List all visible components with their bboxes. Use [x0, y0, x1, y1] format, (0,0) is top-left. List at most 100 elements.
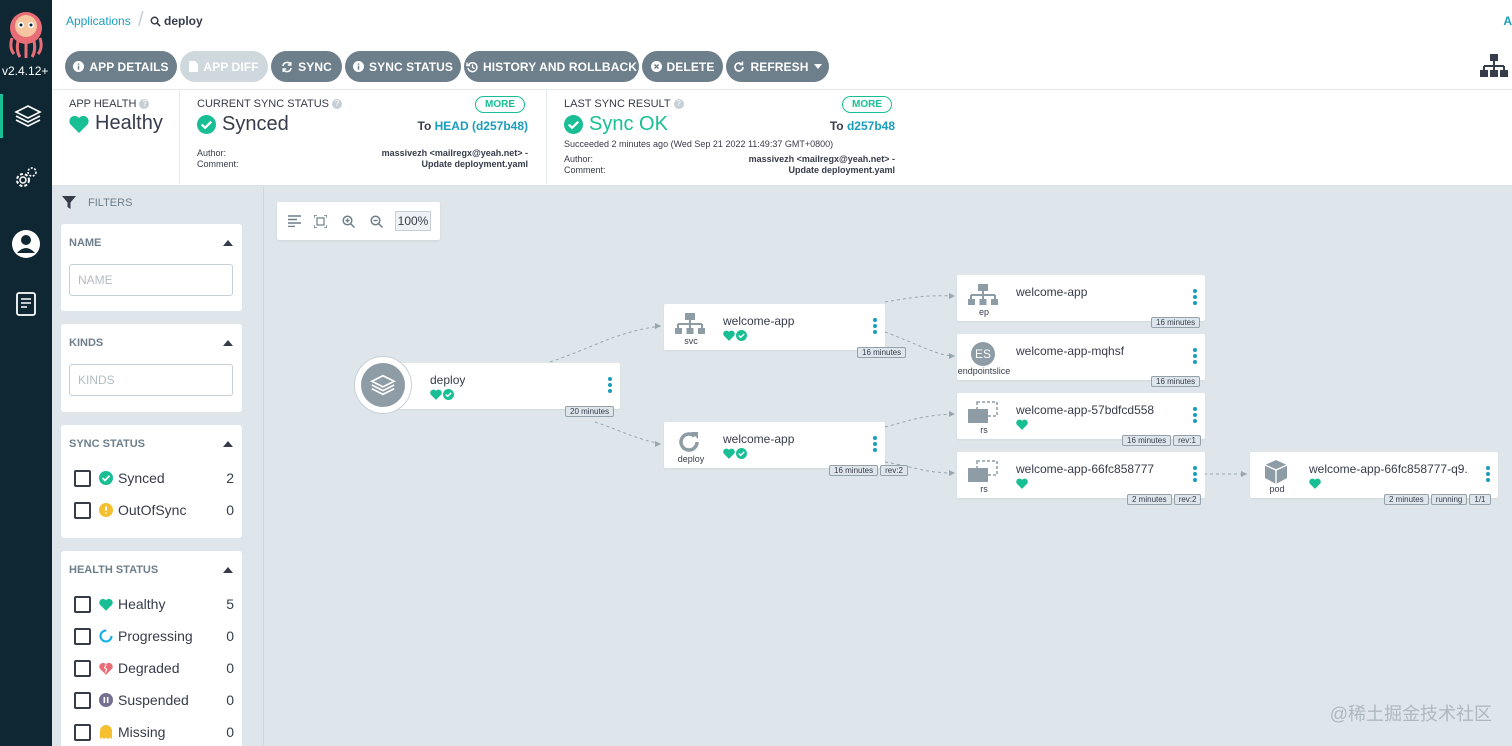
- last-sync-more-button[interactable]: MORE: [842, 96, 892, 113]
- filter-kinds-input[interactable]: [69, 364, 233, 396]
- applications-icon: [370, 374, 396, 396]
- filter-suspended-label: Suspended: [118, 692, 189, 708]
- help-icon[interactable]: ?: [139, 99, 150, 109]
- checkbox[interactable]: [74, 627, 91, 645]
- last-sync-value: Sync OK: [564, 113, 668, 136]
- caret-down-icon: [813, 64, 822, 69]
- node-replicaset[interactable]: rs welcome-app-57bdfcd558: [957, 393, 1205, 439]
- node-replicaset[interactable]: rs welcome-app-66fc858777: [957, 452, 1205, 498]
- node-menu-icon[interactable]: [1193, 407, 1197, 423]
- filter-degraded-row[interactable]: Degraded 0: [74, 657, 234, 679]
- info-icon: [353, 61, 364, 72]
- argo-logo-icon[interactable]: [4, 6, 48, 64]
- sync-status-button[interactable]: SYNC STATUS: [345, 51, 461, 82]
- nav-user-info[interactable]: [0, 222, 52, 266]
- help-icon[interactable]: ?: [332, 99, 343, 109]
- breadcrumb-applications[interactable]: Applications: [66, 14, 131, 28]
- history-rollback-button[interactable]: HISTORY AND ROLLBACK: [464, 51, 639, 82]
- app-details-button[interactable]: APP DETAILS: [65, 51, 177, 82]
- close-circle-icon: [650, 61, 662, 72]
- checkbox[interactable]: [74, 659, 91, 677]
- zoom-in-icon[interactable]: [340, 213, 356, 229]
- node-menu-icon[interactable]: [608, 377, 612, 393]
- node-status: [1016, 478, 1028, 489]
- endpointslice-badge: ES: [971, 342, 995, 366]
- node-menu-icon[interactable]: [873, 318, 877, 334]
- help-icon[interactable]: ?: [673, 99, 684, 109]
- last-sync-label: LAST SYNC RESULT: [564, 98, 671, 110]
- refresh-button[interactable]: REFRESH: [726, 51, 829, 82]
- node-name: welcome-app-mqhsf: [1016, 344, 1125, 358]
- node-endpoints[interactable]: ep welcome-app: [957, 275, 1205, 321]
- filter-outofsync-count: 0: [226, 502, 234, 518]
- filter-sync-status-header: SYNC STATUS: [69, 438, 145, 450]
- filter-missing-row[interactable]: Missing 0: [74, 721, 234, 743]
- current-sync-more-button[interactable]: MORE: [475, 96, 525, 113]
- node-name: welcome-app: [723, 432, 795, 446]
- node-pod[interactable]: pod welcome-app-66fc858777-q9...: [1250, 452, 1498, 498]
- filters-header[interactable]: FILTERS: [62, 196, 132, 209]
- collapse-caret-icon[interactable]: [223, 240, 233, 246]
- current-sync-revision-link[interactable]: HEAD (d257b48): [435, 119, 528, 133]
- age-tag: 16 minutes: [857, 347, 907, 358]
- filter-suspended-row[interactable]: Suspended 0: [74, 689, 234, 711]
- checkbox[interactable]: [74, 723, 91, 741]
- out-of-sync-icon: [99, 503, 113, 517]
- age-tag: 20 minutes: [565, 406, 615, 417]
- node-menu-icon[interactable]: [1486, 466, 1490, 482]
- node-tags: 16 minutes rev:2: [829, 465, 908, 476]
- fit-screen-icon[interactable]: [312, 213, 328, 229]
- app-circle[interactable]: [355, 357, 411, 413]
- collapse-caret-icon[interactable]: [223, 340, 233, 346]
- heart-icon: [1016, 478, 1028, 489]
- last-sync-meta-values: massivezh <mailregx@yeah.net> - Update d…: [749, 154, 895, 176]
- zoom-out-icon[interactable]: [368, 213, 384, 229]
- edge-arrow: [949, 470, 955, 476]
- align-left-icon[interactable]: [286, 213, 302, 229]
- last-sync-revision-link[interactable]: d257b48: [847, 119, 895, 133]
- filter-name-input[interactable]: [69, 264, 233, 296]
- breadcrumb-separator: /: [138, 9, 144, 31]
- filter-progressing-row[interactable]: Progressing 0: [74, 625, 234, 647]
- node-tags: 16 minutes rev:1: [1122, 435, 1201, 446]
- collapse-caret-icon[interactable]: [223, 567, 233, 573]
- heart-icon: [430, 389, 442, 400]
- app-diff-button[interactable]: APP DIFF: [180, 51, 268, 82]
- node-name: welcome-app: [1016, 285, 1088, 299]
- history-icon: [466, 61, 478, 72]
- node-service[interactable]: svc welcome-app: [664, 304, 885, 350]
- node-kind: ep: [978, 307, 989, 317]
- delete-label: DELETE: [666, 59, 715, 74]
- zoom-level[interactable]: 100%: [395, 211, 431, 231]
- revision-tag: rev:2: [1173, 494, 1202, 505]
- checkbox[interactable]: [74, 469, 91, 487]
- filter-healthy-row[interactable]: Healthy 5: [74, 593, 234, 615]
- node-menu-icon[interactable]: [1193, 348, 1197, 364]
- checkbox[interactable]: [74, 691, 91, 709]
- node-menu-icon[interactable]: [1193, 289, 1197, 305]
- node-endpointslice[interactable]: ES endpointslice welcome-app-mqhsf: [957, 334, 1205, 380]
- left-nav: v2.4.12+: [0, 0, 52, 746]
- nav-docs[interactable]: [0, 282, 52, 326]
- node-menu-icon[interactable]: [873, 436, 877, 452]
- breadcrumb-current: deploy: [150, 14, 203, 28]
- sync-button[interactable]: SYNC: [271, 51, 342, 82]
- filter-outofsync-row[interactable]: OutOfSync 0: [74, 499, 234, 521]
- checkbox[interactable]: [74, 595, 91, 613]
- heart-icon: [1016, 419, 1028, 430]
- nav-applications[interactable]: [0, 94, 52, 138]
- filter-health-status-header: HEALTH STATUS: [69, 564, 159, 576]
- filter-synced-row[interactable]: Synced 2: [74, 467, 234, 489]
- checkbox[interactable]: [74, 501, 91, 519]
- collapse-caret-icon[interactable]: [223, 441, 233, 447]
- nav-settings[interactable]: [0, 156, 52, 200]
- node-menu-icon[interactable]: [1193, 466, 1197, 482]
- node-deployment[interactable]: deploy welcome-app: [664, 422, 885, 468]
- delete-button[interactable]: DELETE: [642, 51, 723, 82]
- edge-arrow: [655, 441, 661, 447]
- top-bar-right-label[interactable]: A: [1503, 14, 1512, 28]
- current-sync-meta-values: massivezh <mailregx@yeah.net> - Update d…: [382, 148, 528, 170]
- tree-view-icon[interactable]: [1480, 54, 1508, 78]
- last-sync-succeeded: Succeeded 2 minutes ago (Wed Sep 21 2022…: [564, 139, 834, 149]
- node-application[interactable]: deploy: [385, 363, 620, 409]
